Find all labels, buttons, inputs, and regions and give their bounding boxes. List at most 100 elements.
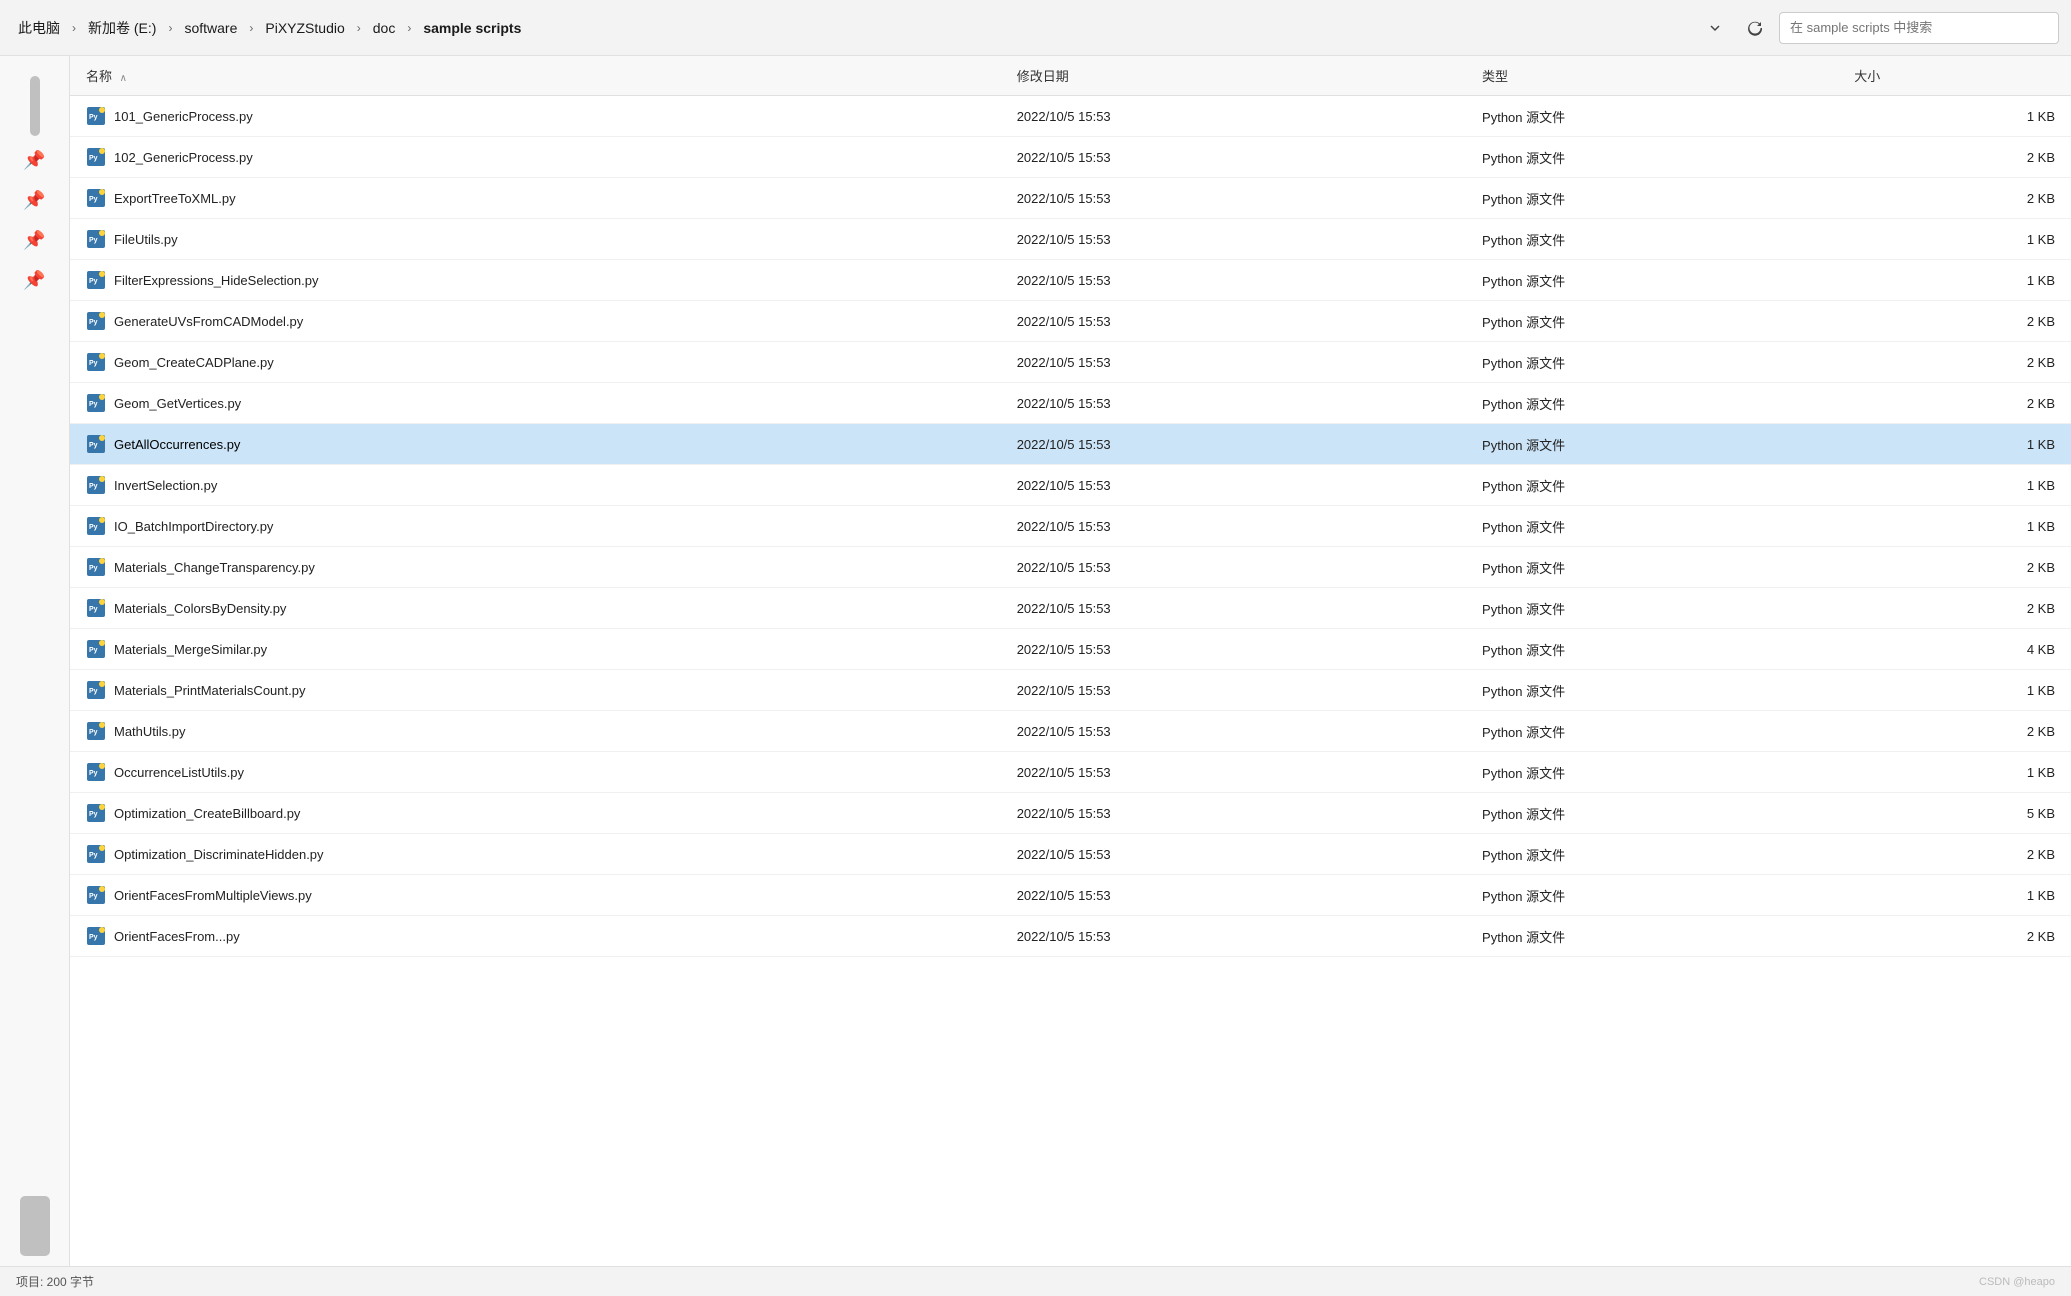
file-icon: Py — [86, 926, 106, 946]
file-date: 2022/10/5 15:53 — [1001, 875, 1466, 916]
file-icon: Py — [86, 393, 106, 413]
file-date: 2022/10/5 15:53 — [1001, 752, 1466, 793]
svg-text:Py: Py — [89, 483, 98, 490]
file-name: Optimization_DiscriminateHidden.py — [114, 847, 324, 862]
status-bar: 项目: 200 字节 CSDN @heapo — [0, 1266, 2071, 1296]
table-row[interactable]: Py GetAllOccurrences.py 2022/10/5 15:53 … — [70, 424, 2071, 465]
table-row[interactable]: Py IO_BatchImportDirectory.py 2022/10/5 … — [70, 506, 2071, 547]
file-name: 101_GenericProcess.py — [114, 109, 253, 124]
file-name-cell: Py Geom_GetVertices.py — [86, 393, 985, 413]
svg-text:Py: Py — [89, 647, 98, 654]
file-size: 1 KB — [1838, 219, 2071, 260]
table-row[interactable]: Py Materials_MergeSimilar.py 2022/10/5 1… — [70, 629, 2071, 670]
breadcrumb-bar: 此电脑 › 新加卷 (E:) › software › PiXYZStudio … — [0, 0, 2071, 56]
file-type: Python 源文件 — [1466, 260, 1838, 301]
file-list-area[interactable]: 名称 ∧ 修改日期 类型 大小 — [70, 56, 2071, 1266]
file-size: 5 KB — [1838, 793, 2071, 834]
table-row[interactable]: Py MathUtils.py 2022/10/5 15:53 Python 源… — [70, 711, 2071, 752]
col-header-name[interactable]: 名称 ∧ — [70, 56, 1001, 96]
table-row[interactable]: Py Materials_ChangeTransparency.py 2022/… — [70, 547, 2071, 588]
sort-arrow-name: ∧ — [120, 73, 127, 84]
breadcrumb-dropdown-button[interactable] — [1699, 12, 1731, 44]
file-size: 2 KB — [1838, 834, 2071, 875]
table-row[interactable]: Py FileUtils.py 2022/10/5 15:53 Python 源… — [70, 219, 2071, 260]
breadcrumb-pixyz[interactable]: PiXYZStudio — [259, 16, 350, 40]
file-icon: Py — [86, 844, 106, 864]
file-icon: Py — [86, 885, 106, 905]
file-date: 2022/10/5 15:53 — [1001, 137, 1466, 178]
table-row[interactable]: Py Geom_CreateCADPlane.py 2022/10/5 15:5… — [70, 342, 2071, 383]
table-row[interactable]: Py Optimization_DiscriminateHidden.py 20… — [70, 834, 2071, 875]
file-size: 4 KB — [1838, 629, 2071, 670]
breadcrumb-sep-0: › — [70, 21, 78, 35]
file-type: Python 源文件 — [1466, 465, 1838, 506]
file-size: 2 KB — [1838, 178, 2071, 219]
table-row[interactable]: Py 102_GenericProcess.py 2022/10/5 15:53… — [70, 137, 2071, 178]
file-name: Materials_MergeSimilar.py — [114, 642, 267, 657]
file-type: Python 源文件 — [1466, 301, 1838, 342]
file-name-cell: Py Materials_PrintMaterialsCount.py — [86, 680, 985, 700]
file-size: 1 KB — [1838, 506, 2071, 547]
file-icon: Py — [86, 475, 106, 495]
sidebar-scrollbar-bottom — [20, 1196, 50, 1256]
table-row[interactable]: Py OrientFacesFromMultipleViews.py 2022/… — [70, 875, 2071, 916]
table-row[interactable]: Py OrientFacesFrom...py 2022/10/5 15:53 … — [70, 916, 2071, 957]
table-row[interactable]: Py Materials_PrintMaterialsCount.py 2022… — [70, 670, 2071, 711]
table-row[interactable]: Py InvertSelection.py 2022/10/5 15:53 Py… — [70, 465, 2071, 506]
breadcrumb-drive[interactable]: 新加卷 (E:) — [82, 14, 162, 42]
file-date: 2022/10/5 15:53 — [1001, 219, 1466, 260]
file-type: Python 源文件 — [1466, 219, 1838, 260]
file-size: 1 KB — [1838, 424, 2071, 465]
file-name: Materials_ChangeTransparency.py — [114, 560, 315, 575]
sidebar-pin-4[interactable]: 📌 — [15, 264, 55, 296]
refresh-button[interactable] — [1739, 12, 1771, 44]
file-type: Python 源文件 — [1466, 670, 1838, 711]
file-name: 102_GenericProcess.py — [114, 150, 253, 165]
col-header-type[interactable]: 类型 — [1466, 56, 1838, 96]
table-row[interactable]: Py GenerateUVsFromCADModel.py 2022/10/5 … — [70, 301, 2071, 342]
file-date: 2022/10/5 15:53 — [1001, 916, 1466, 957]
table-row[interactable]: Py 101_GenericProcess.py 2022/10/5 15:53… — [70, 96, 2071, 137]
file-name: OrientFacesFrom...py — [114, 929, 240, 944]
table-row[interactable]: Py FilterExpressions_HideSelection.py 20… — [70, 260, 2071, 301]
file-icon: Py — [86, 188, 106, 208]
file-icon: Py — [86, 147, 106, 167]
sidebar-pin-1[interactable]: 📌 — [15, 144, 55, 176]
svg-text:Py: Py — [89, 155, 98, 162]
main-content: 📌 📌 📌 📌 名称 ∧ 修改日期 — [0, 56, 2071, 1266]
file-icon: Py — [86, 270, 106, 290]
file-name-cell: Py GetAllOccurrences.py — [86, 434, 985, 454]
file-type: Python 源文件 — [1466, 793, 1838, 834]
file-date: 2022/10/5 15:53 — [1001, 506, 1466, 547]
breadcrumb-doc[interactable]: doc — [367, 16, 402, 40]
col-header-date[interactable]: 修改日期 — [1001, 56, 1466, 96]
file-name: OrientFacesFromMultipleViews.py — [114, 888, 312, 903]
col-header-size[interactable]: 大小 — [1838, 56, 2071, 96]
file-icon: Py — [86, 557, 106, 577]
file-name: Geom_GetVertices.py — [114, 396, 241, 411]
file-type: Python 源文件 — [1466, 506, 1838, 547]
table-row[interactable]: Py Optimization_CreateBillboard.py 2022/… — [70, 793, 2071, 834]
file-type: Python 源文件 — [1466, 424, 1838, 465]
file-name-cell: Py Materials_ColorsByDensity.py — [86, 598, 985, 618]
table-row[interactable]: Py ExportTreeToXML.py 2022/10/5 15:53 Py… — [70, 178, 2071, 219]
breadcrumb-this-pc[interactable]: 此电脑 — [12, 14, 66, 42]
svg-text:Py: Py — [89, 729, 98, 736]
watermark: CSDN @heapo — [1979, 1276, 2055, 1288]
file-name-cell: Py OrientFacesFrom...py — [86, 926, 985, 946]
table-row[interactable]: Py Geom_GetVertices.py 2022/10/5 15:53 P… — [70, 383, 2071, 424]
table-row[interactable]: Py OccurrenceListUtils.py 2022/10/5 15:5… — [70, 752, 2071, 793]
file-icon: Py — [86, 762, 106, 782]
file-type: Python 源文件 — [1466, 711, 1838, 752]
table-row[interactable]: Py Materials_ColorsByDensity.py 2022/10/… — [70, 588, 2071, 629]
search-input[interactable] — [1779, 12, 2059, 44]
file-name: Materials_ColorsByDensity.py — [114, 601, 286, 616]
sidebar-pin-3[interactable]: 📌 — [15, 224, 55, 256]
sidebar-pin-2[interactable]: 📌 — [15, 184, 55, 216]
file-table: 名称 ∧ 修改日期 类型 大小 — [70, 56, 2071, 957]
breadcrumb-sample-scripts[interactable]: sample scripts — [417, 16, 527, 40]
file-name-cell: Py InvertSelection.py — [86, 475, 985, 495]
breadcrumb-software[interactable]: software — [178, 16, 243, 40]
svg-text:Py: Py — [89, 811, 98, 818]
file-icon: Py — [86, 106, 106, 126]
